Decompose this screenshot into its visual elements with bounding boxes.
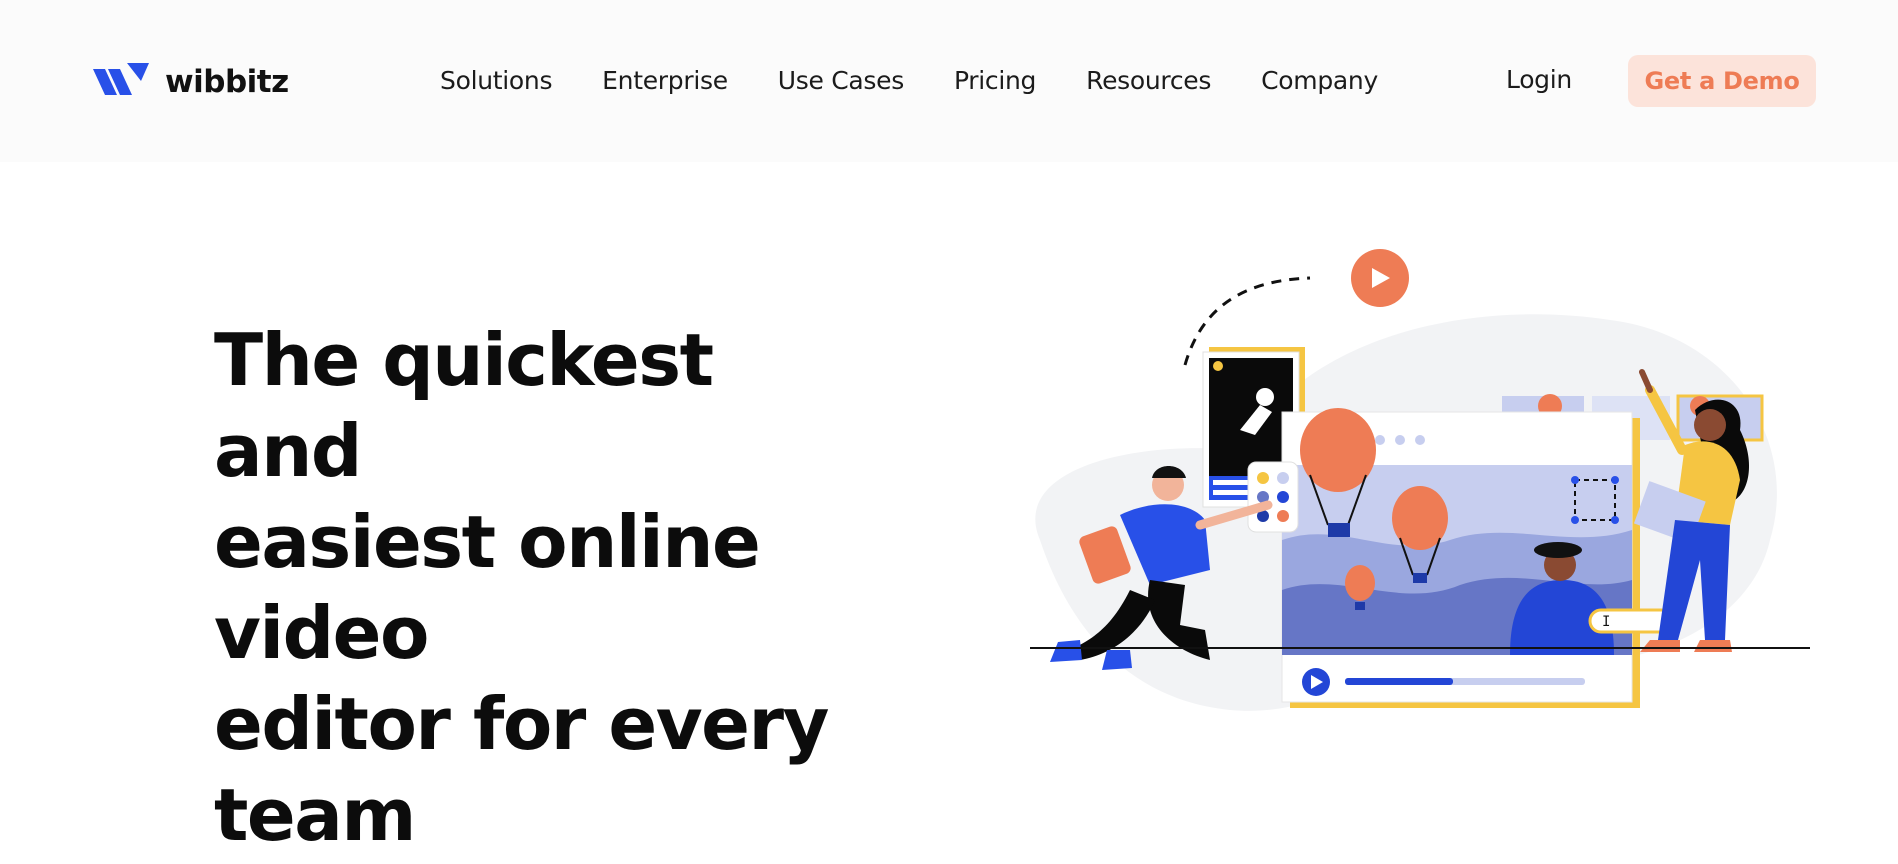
hero-title-line: easiest online [214,500,761,584]
nav-item-resources[interactable]: Resources [1086,66,1211,95]
main-nav: Solutions Enterprise Use Cases Pricing R… [440,60,1428,100]
nav-item-pricing[interactable]: Pricing [954,66,1036,95]
hero-title-line: The quickest [214,318,714,402]
editor-window [1281,408,1640,708]
color-palette [1247,461,1299,533]
hero-title-line: editor for every [214,682,829,766]
svg-text:I: I [1602,614,1610,630]
nav-item-enterprise[interactable]: Enterprise [602,66,728,95]
hero-illustration: I [1010,240,1820,800]
hero-title-line: video [214,591,429,675]
login-link[interactable]: Login [1506,60,1572,100]
nav-item-company[interactable]: Company [1261,66,1378,95]
nav-item-use-cases[interactable]: Use Cases [778,66,904,95]
hero-title-line: and [214,409,362,493]
nav-item-solutions[interactable]: Solutions [440,66,552,95]
wibbitz-logo[interactable]: wibbitz [93,60,289,104]
get-a-demo-button[interactable]: Get a Demo [1628,55,1816,107]
video-editor-illustration: I [1030,249,1810,711]
site-header: wibbitz Solutions Enterprise Use Cases P… [0,0,1898,162]
hero-title: The quickest and easiest online video ed… [214,315,829,861]
progress-fill [1345,678,1453,685]
hero-title-line: team [214,773,416,857]
brand-name: wibbitz [165,64,289,100]
wibbitz-logo-icon [93,63,149,95]
play-icon[interactable] [1351,249,1409,307]
